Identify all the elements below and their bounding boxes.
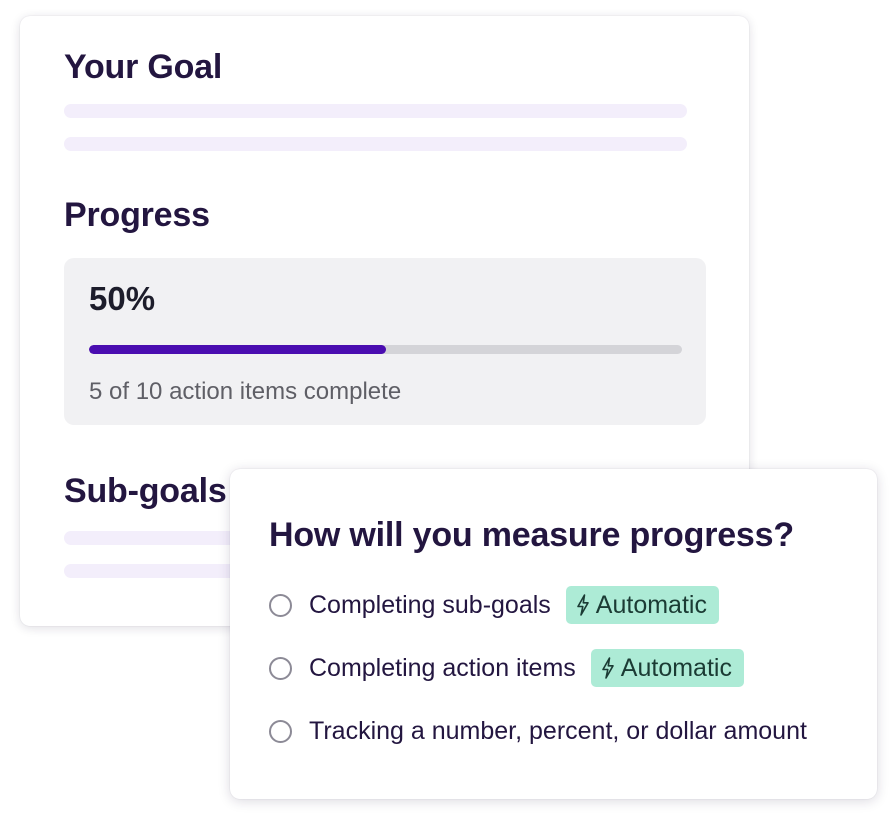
goal-setup-illustration: Your Goal Progress 50% 5 of 10 action it…	[0, 0, 895, 820]
option-tracking-number[interactable]: Tracking a number, percent, or dollar am…	[269, 711, 807, 751]
radio-button[interactable]	[269, 593, 292, 617]
option-label: Completing sub-goals	[309, 590, 551, 619]
option-completing-action-items[interactable]: Completing action items Automatic	[269, 648, 744, 688]
option-label: Completing action items	[309, 653, 576, 682]
progress-heading: Progress	[64, 196, 210, 234]
progress-bar-fill	[89, 345, 386, 354]
progress-caption: 5 of 10 action items complete	[89, 378, 402, 405]
option-label: Tracking a number, percent, or dollar am…	[309, 716, 807, 745]
radio-button[interactable]	[269, 719, 292, 743]
automatic-badge: Automatic	[565, 586, 719, 624]
goal-text-placeholder-line	[64, 104, 687, 118]
progress-summary: 50% 5 of 10 action items complete	[64, 258, 706, 425]
measure-progress-title: How will you measure progress?	[269, 516, 794, 554]
radio-button[interactable]	[269, 656, 292, 680]
measure-progress-card: How will you measure progress? Completin…	[230, 469, 877, 799]
progress-percent: 50%	[89, 280, 156, 317]
badge-label: Automatic	[595, 590, 707, 619]
lightning-bolt-icon	[576, 594, 590, 616]
lightning-bolt-icon	[601, 657, 615, 679]
goal-heading: Your Goal	[64, 48, 223, 86]
goal-text-placeholder-line	[64, 137, 687, 151]
badge-label: Automatic	[620, 653, 732, 682]
progress-bar	[89, 345, 682, 354]
automatic-badge: Automatic	[590, 649, 744, 687]
option-completing-subgoals[interactable]: Completing sub-goals Automatic	[269, 585, 719, 625]
